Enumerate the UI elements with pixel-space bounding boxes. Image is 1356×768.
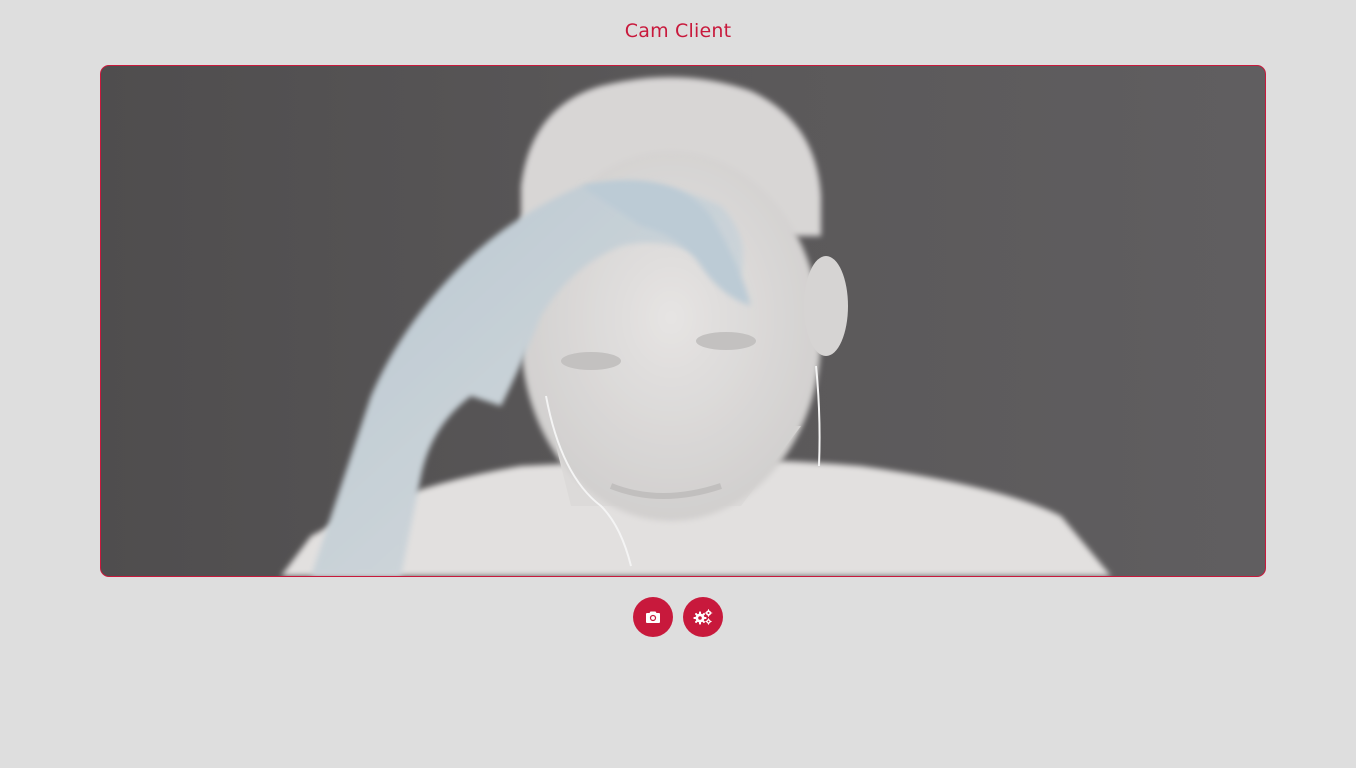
camera-feed xyxy=(100,65,1266,577)
settings-button[interactable] xyxy=(683,597,723,637)
camera-feed-image xyxy=(281,77,1111,576)
snapshot-button[interactable] xyxy=(633,597,673,637)
gears-icon xyxy=(693,609,713,625)
camera-icon xyxy=(645,610,661,624)
control-bar xyxy=(0,597,1356,637)
page-title: Cam Client xyxy=(624,20,732,42)
